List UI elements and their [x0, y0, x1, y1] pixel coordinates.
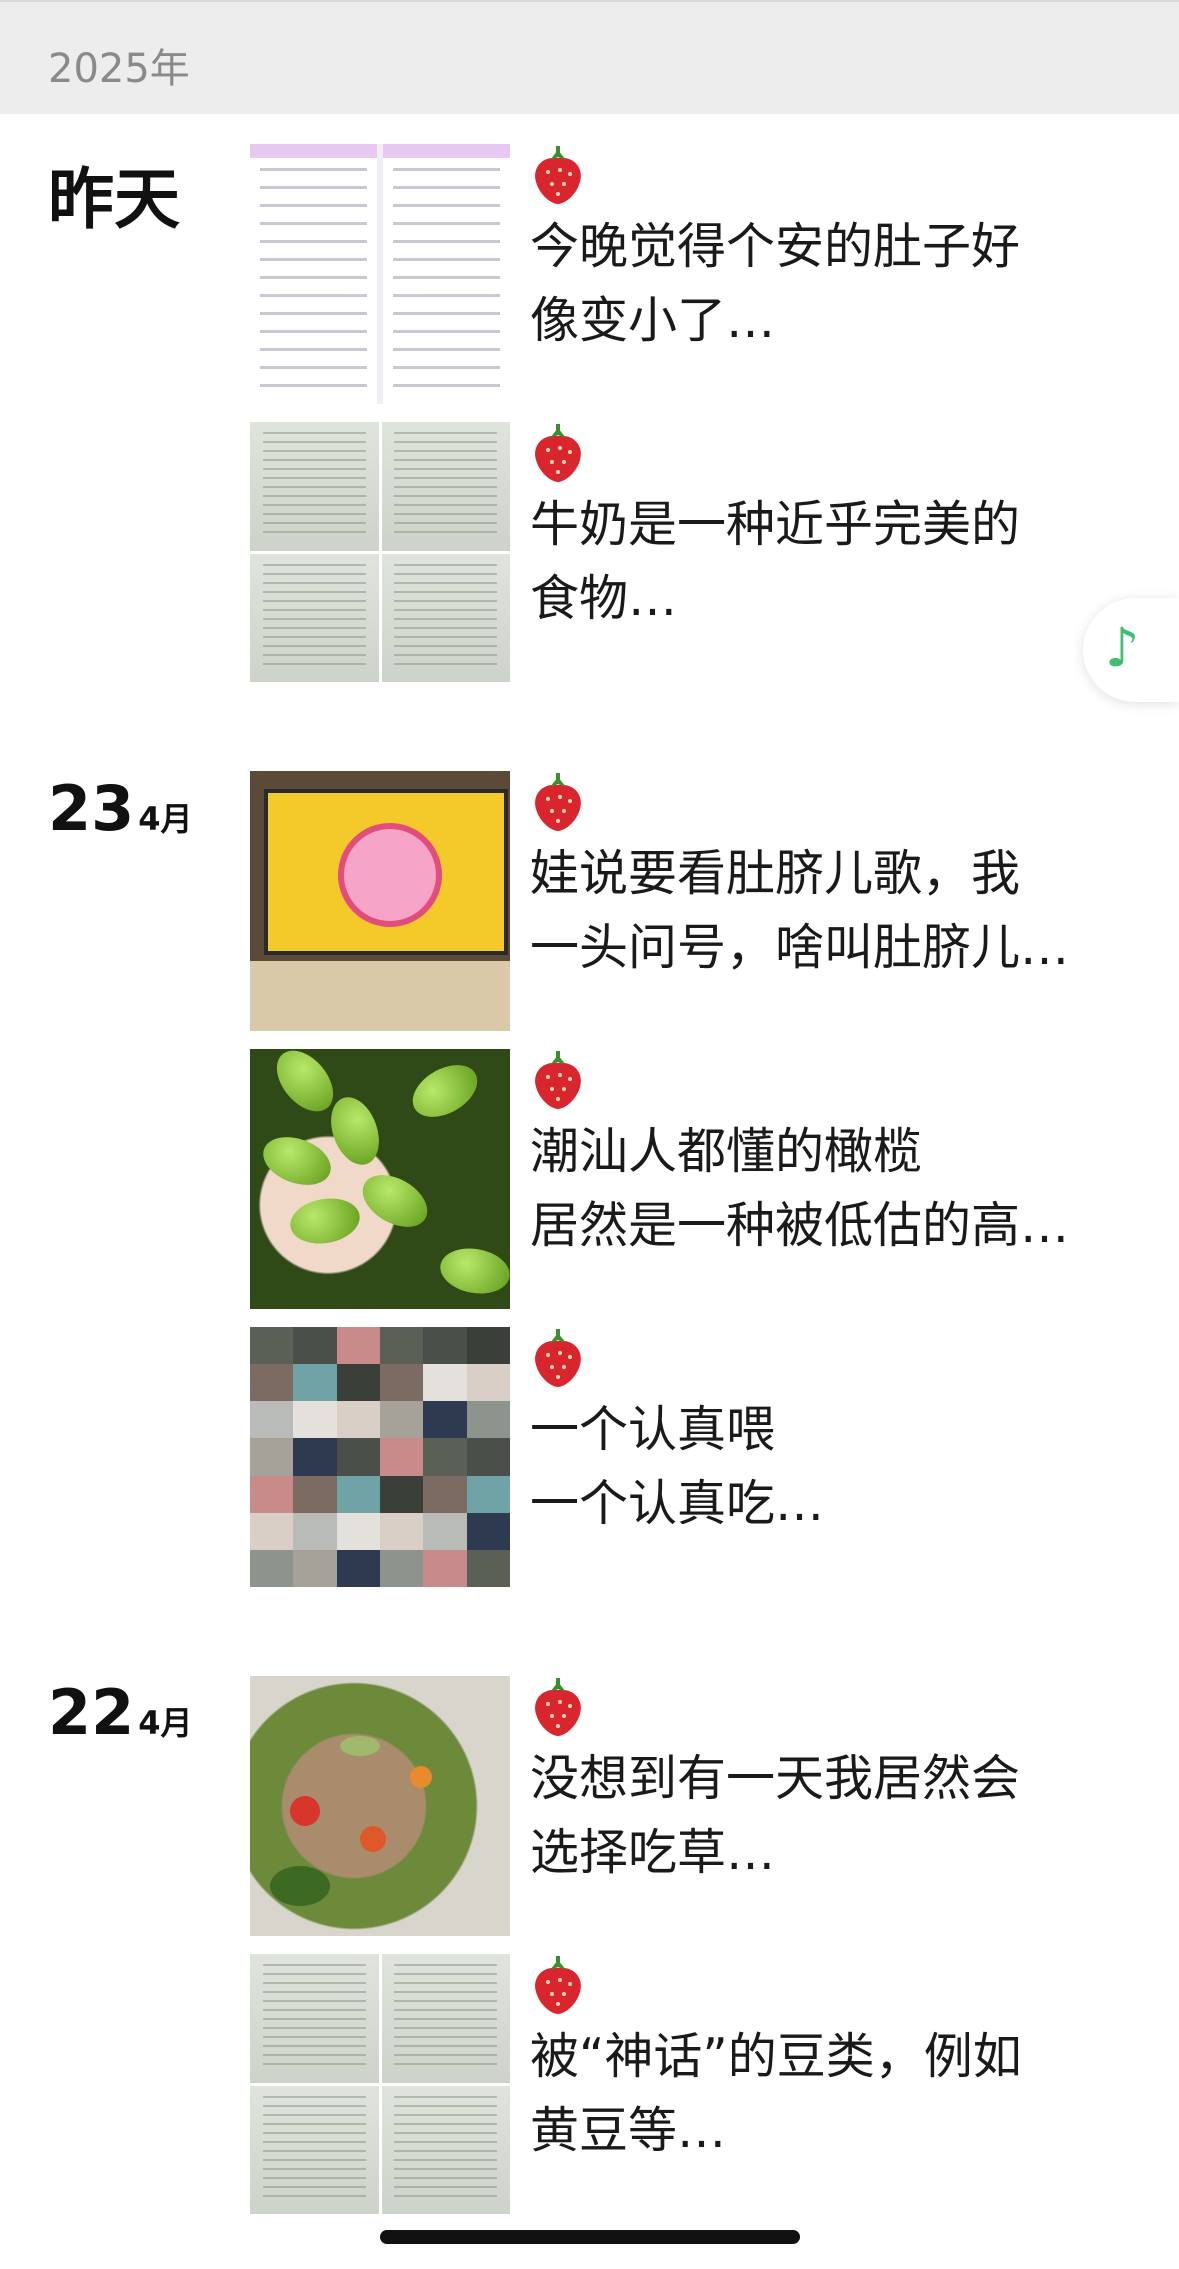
post-item[interactable]: 牛奶是一种近乎完美的 食物… [250, 422, 1110, 684]
post-thumbnail[interactable] [250, 144, 510, 404]
date-month: 4月 [138, 1704, 193, 1742]
date-month: 4月 [138, 800, 193, 838]
post-item[interactable]: 没想到有一天我居然会 选择吃草… [250, 1676, 1110, 1938]
date-day: 23 [48, 772, 135, 845]
post-item[interactable]: 潮汕人都懂的橄榄 居然是一种被低估的高… [250, 1049, 1110, 1311]
post-text: 娃说要看肚脐儿歌，我 一头问号，啥叫肚脐儿… [530, 845, 1070, 976]
post-thumbnail[interactable] [250, 422, 510, 682]
post-thumbnail[interactable] [250, 1049, 510, 1309]
date-label-yesterday: 昨天 [48, 161, 180, 238]
music-note-icon: ♪ [1105, 616, 1140, 679]
post-item[interactable]: 一个认真喂 一个认真吃… [250, 1327, 1110, 1589]
post-text: 牛奶是一种近乎完美的 食物… [530, 496, 1021, 627]
strawberry-icon [535, 1329, 581, 1387]
date-label-apr-23: 23 4月 [48, 772, 193, 845]
post-thumbnail[interactable] [250, 1327, 510, 1587]
home-indicator[interactable] [380, 2230, 800, 2244]
post-item[interactable]: 被“神话”的豆类，例如 黄豆等… [250, 1954, 1110, 2216]
post-text: 一个认真喂 一个认真吃… [530, 1401, 825, 1532]
year-header-label: 2025年 [48, 46, 190, 92]
strawberry-icon [535, 1051, 581, 1109]
strawberry-icon [535, 1678, 581, 1736]
post-thumbnail[interactable] [250, 771, 510, 1031]
post-text: 没想到有一天我居然会 选择吃草… [530, 1750, 1021, 1881]
date-label-apr-22: 22 4月 [48, 1676, 193, 1749]
strawberry-icon [535, 146, 581, 204]
post-item[interactable]: 娃说要看肚脐儿歌，我 一头问号，啥叫肚脐儿… [250, 771, 1110, 1033]
date-day: 22 [48, 1676, 135, 1749]
post-text: 今晚觉得个安的肚子好 像变小了… [530, 218, 1021, 349]
post-thumbnail[interactable] [250, 1676, 510, 1936]
strawberry-icon [535, 424, 581, 482]
post-text: 潮汕人都懂的橄榄 居然是一种被低估的高… [530, 1123, 1070, 1254]
strawberry-icon [535, 1956, 581, 2014]
post-text: 被“神话”的豆类，例如 黄豆等… [530, 2028, 1022, 2159]
strawberry-icon [535, 773, 581, 831]
year-header: 2025年 [0, 0, 1179, 114]
post-item[interactable]: 今晚觉得个安的肚子好 像变小了… [250, 144, 1110, 406]
post-thumbnail[interactable] [250, 1954, 510, 2214]
floating-music-button[interactable]: ♪ [1083, 598, 1179, 702]
